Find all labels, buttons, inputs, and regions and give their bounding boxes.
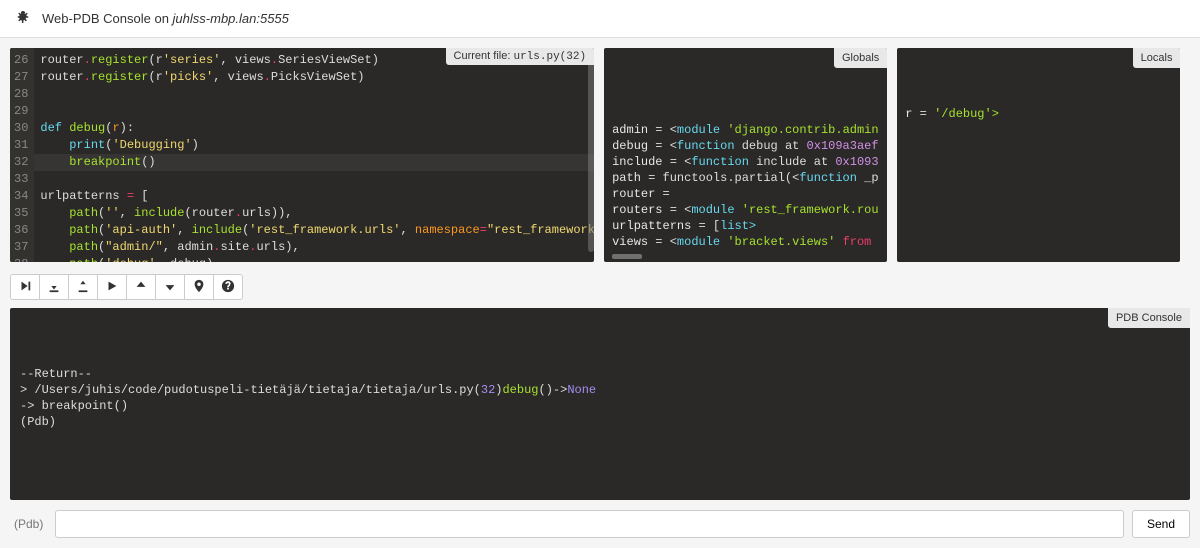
locals-badge: Locals	[1133, 48, 1181, 68]
prompt-label: (Pdb)	[10, 517, 47, 531]
global-var: views = <module 'bracket.views' from '/U…	[612, 234, 879, 250]
line-number: 30	[14, 120, 28, 137]
app-header: Web-PDB Console on juhlss-mbp.lan:5555	[0, 0, 1200, 38]
code-line: breakpoint()	[34, 154, 594, 171]
line-number: 37	[14, 239, 28, 256]
send-button[interactable]: Send	[1132, 510, 1190, 538]
up-button[interactable]	[126, 274, 156, 300]
where-button[interactable]	[184, 274, 214, 300]
global-var: debug = <function debug at 0x109a3aef0>	[612, 138, 879, 154]
next-icon	[18, 279, 32, 296]
code-line: path('', include(router.urls)),	[40, 205, 588, 222]
line-number: 34	[14, 188, 28, 205]
code-line	[40, 171, 588, 188]
step-out-button[interactable]	[68, 274, 98, 300]
help-icon	[221, 279, 235, 296]
line-number: 32	[14, 154, 28, 171]
continue-icon	[105, 279, 119, 296]
down-icon	[163, 279, 177, 296]
code-line: urlpatterns = [	[40, 188, 588, 205]
debug-toolbar	[0, 272, 1200, 302]
global-var: routers = <module 'rest_framework.router…	[612, 202, 879, 218]
h-scrollbar-thumb[interactable]	[612, 254, 642, 259]
locals-pane: Locals r = '/debug'>	[897, 48, 1180, 262]
down-button[interactable]	[155, 274, 185, 300]
local-var: r = '/debug'>	[905, 106, 1172, 122]
step-out-icon	[76, 279, 90, 296]
code-line: def debug(r):	[40, 120, 588, 137]
console-line: --Return--	[20, 366, 1180, 382]
line-number: 36	[14, 222, 28, 239]
global-var: urlpatterns = [list>	[612, 218, 879, 234]
line-number: 28	[14, 86, 28, 103]
code-pane-badge: Current file: urls.py(32)	[446, 48, 595, 65]
code-line: router.register(r'picks', views.PicksVie…	[40, 69, 588, 86]
code-line: print('Debugging')	[40, 137, 588, 154]
where-icon	[192, 279, 206, 296]
help-button[interactable]	[213, 274, 243, 300]
code-line	[40, 103, 588, 120]
globals-pane: Globals admin = <module 'django.contrib.…	[604, 48, 887, 262]
line-number: 31	[14, 137, 28, 154]
console-line: (Pdb)	[20, 414, 1180, 430]
console-badge: PDB Console	[1108, 308, 1190, 328]
global-var: router =	[612, 186, 879, 202]
scrollbar-thumb[interactable]	[588, 62, 594, 252]
code-body[interactable]: router.register(r'series', views.SeriesV…	[34, 48, 594, 262]
up-icon	[134, 279, 148, 296]
step-in-icon	[47, 279, 61, 296]
global-var: admin = <module 'django.contrib.admin' f…	[612, 122, 879, 138]
code-line	[40, 86, 588, 103]
pdb-console: PDB Console --Return--> /Users/juhis/cod…	[10, 308, 1190, 500]
console-line: > /Users/juhis/code/pudotuspeli-tietäjä/…	[20, 382, 1180, 398]
command-input[interactable]	[55, 510, 1124, 538]
code-line: path('debug', debug)	[40, 256, 588, 262]
bug-icon	[14, 8, 32, 29]
line-number: 29	[14, 103, 28, 120]
line-number: 27	[14, 69, 28, 86]
line-number-gutter: 2627282930313233343536373839	[10, 48, 34, 262]
code-pane: Current file: urls.py(32) 26272829303132…	[10, 48, 594, 262]
line-number: 26	[14, 52, 28, 69]
code-line: path("admin/", admin.site.urls),	[40, 239, 588, 256]
page-title: Web-PDB Console on juhlss-mbp.lan:5555	[42, 11, 289, 26]
global-var: include = <function include at 0x1093a9c…	[612, 154, 879, 170]
line-number: 35	[14, 205, 28, 222]
next-button[interactable]	[10, 274, 40, 300]
continue-button[interactable]	[97, 274, 127, 300]
code-line: path('api-auth', include('rest_framework…	[40, 222, 588, 239]
console-line: -> breakpoint()	[20, 398, 1180, 414]
line-number: 38	[14, 256, 28, 262]
globals-badge: Globals	[834, 48, 887, 68]
step-in-button[interactable]	[39, 274, 69, 300]
global-var: path = functools.partial(<function _path…	[612, 170, 879, 186]
line-number: 33	[14, 171, 28, 188]
command-input-row: (Pdb) Send	[0, 500, 1200, 548]
